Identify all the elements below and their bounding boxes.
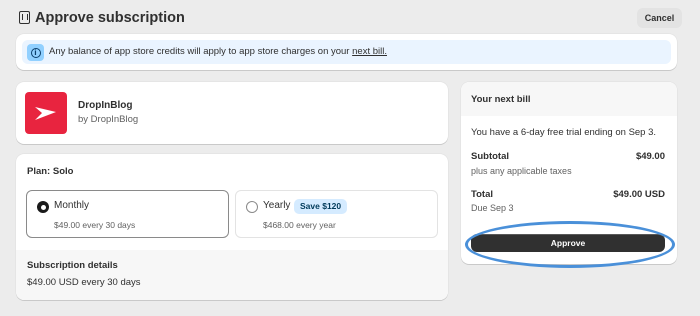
subscription-details: Subscription details $49.00 USD every 30… xyxy=(16,250,448,300)
info-icon: i xyxy=(27,44,44,61)
subtotal-note: plus any applicable taxes xyxy=(471,166,572,176)
page-header: Approve subscription Cancel xyxy=(16,8,684,28)
app-card: DropInBlog by DropInBlog xyxy=(16,82,448,144)
option-title: Yearly xyxy=(263,200,291,211)
radio-selected-icon[interactable] xyxy=(37,201,49,213)
savings-badge: Save $120 xyxy=(294,199,348,214)
plan-label: Plan: Solo xyxy=(27,166,74,177)
option-title: Monthly xyxy=(54,200,90,211)
page-title: Approve subscription xyxy=(35,10,185,26)
subtotal-label: Subtotal xyxy=(471,151,509,162)
bill-header: Your next bill xyxy=(461,82,677,116)
subtotal-value: $49.00 xyxy=(635,151,665,162)
radio-unselected-icon[interactable] xyxy=(246,201,258,213)
next-bill-link[interactable]: next bill. xyxy=(352,46,387,57)
plan-card: Plan: Solo Monthly $49.00 every 30 days … xyxy=(16,154,448,300)
banner-message: Any balance of app store credits will ap… xyxy=(49,46,353,57)
total-label: Total xyxy=(471,189,493,200)
cancel-button[interactable]: Cancel xyxy=(637,8,682,28)
receipt-icon xyxy=(19,11,30,24)
credits-banner: i Any balance of app store credits will … xyxy=(16,34,677,70)
banner-inner: i Any balance of app store credits will … xyxy=(22,40,671,64)
total-value: $49.00 USD xyxy=(613,189,665,200)
banner-text: Any balance of app store credits will ap… xyxy=(49,46,387,57)
due-date: Due Sep 3 xyxy=(471,203,514,213)
plan-option-monthly[interactable]: Monthly $49.00 every 30 days xyxy=(26,190,229,238)
bill-title: Your next bill xyxy=(471,94,531,105)
plan-option-yearly[interactable]: Yearly Save $120 $468.00 every year xyxy=(235,190,438,238)
approve-button[interactable]: Approve xyxy=(471,234,665,252)
subscription-details-title: Subscription details xyxy=(27,260,118,271)
trial-notice: You have a 6-day free trial ending on Se… xyxy=(471,127,657,138)
next-bill-card: Your next bill You have a 6-day free tri… xyxy=(461,82,677,264)
option-price: $49.00 every 30 days xyxy=(54,220,136,230)
app-name: DropInBlog xyxy=(78,100,133,111)
app-logo-icon xyxy=(25,92,67,134)
app-developer: by DropInBlog xyxy=(78,114,139,125)
subscription-details-value: $49.00 USD every 30 days xyxy=(27,277,141,288)
option-price: $468.00 every year xyxy=(263,220,336,230)
